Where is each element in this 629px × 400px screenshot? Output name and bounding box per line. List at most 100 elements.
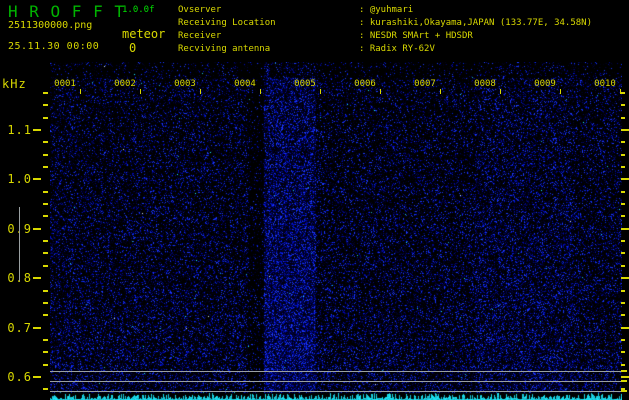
freq-minor-tick-right [621,351,625,353]
freq-minor-tick-right [621,240,625,242]
station-info-separator: : [359,44,370,54]
freq-minor-tick-right [621,141,625,143]
time-tick [620,89,621,94]
time-tick [260,89,261,94]
freq-minor-tick-right [621,166,625,168]
freq-minor-tick-left [43,203,48,205]
time-tick [380,89,381,94]
station-info-separator: : [359,18,370,28]
freq-minor-tick-right [621,92,625,94]
hrofft-window: H R O F F T 1.0.0f 2511300000.png meteor… [0,0,629,400]
station-info-row: Ovserver: @yuhmari [178,5,618,18]
reference-line-tick [621,370,627,372]
freq-minor-tick-left [43,252,48,254]
time-tick [80,89,81,94]
freq-tick-label: 0.7 [7,321,32,335]
time-tick-label: 0009 [534,79,556,89]
freq-minor-tick-right [621,290,625,292]
freq-minor-tick-right [621,364,625,366]
time-tick [440,89,441,94]
time-tick-label: 0003 [174,79,196,89]
freq-minor-tick-left [43,166,48,168]
freq-minor-tick-left [43,154,48,156]
time-tick-label: 0001 [54,79,76,89]
freq-major-tick-right [621,228,629,230]
freq-minor-tick-right [621,154,625,156]
time-tick [500,89,501,94]
freq-minor-tick-left [43,104,48,106]
app-title: H R O F F T [8,2,125,21]
freq-major-tick-left [33,277,41,279]
freq-axis-unit-label: kHz [2,77,27,91]
station-info-block: Ovserver: @yuhmari Receiving Location: ku… [178,5,618,57]
time-tick [560,89,561,94]
capture-timestamp: 25.11.30 00:00 [8,41,100,52]
station-info-row: Receiving Location: kurashiki,Okayama,JA… [178,18,618,31]
station-info-separator: : [359,5,370,15]
station-info-value: Radix RY-62V [369,44,435,54]
time-tick-label: 0007 [414,79,436,89]
freq-major-tick-left [33,376,41,378]
station-info-row: Receiver: NESDR SMArt + HDSDR [178,31,618,44]
freq-major-tick-right [621,129,629,131]
freq-minor-tick-left [43,141,48,143]
station-info-label: Receiver [178,31,222,41]
freq-minor-tick-left [43,92,48,94]
station-info-value: kurashiki,Okayama,JAPAN (133.77E, 34.58N… [369,18,593,28]
station-info-label: Ovserver [178,5,222,15]
output-filename: 2511300000.png [8,20,93,31]
freq-minor-tick-right [621,314,625,316]
time-tick [320,89,321,94]
freq-major-tick-right [621,376,629,378]
freq-tick-label: 0.8 [4,271,32,285]
freq-minor-tick-left [43,265,48,267]
freq-minor-tick-left [43,351,48,353]
freq-minor-tick-left [43,302,48,304]
freq-minor-tick-right [621,104,625,106]
time-tick-label: 0010 [594,79,616,89]
freq-tick-label: 1.1 [7,123,32,137]
reference-line [50,391,622,392]
freq-minor-tick-left [43,240,48,242]
freq-major-tick-right [621,277,629,279]
freq-major-tick-right [621,327,629,329]
freq-tick-label: 0.6 [7,370,32,384]
freq-minor-tick-left [43,364,48,366]
freq-minor-tick-left [43,314,48,316]
freq-major-tick-left [33,228,41,230]
time-tick [140,89,141,94]
freq-tick-label: 1.0 [7,172,32,186]
freq-minor-tick-left [43,290,48,292]
freq-minor-tick-right [621,252,625,254]
time-tick-label: 0002 [114,79,136,89]
time-tick [200,89,201,94]
detection-band-marker [19,207,20,281]
reference-line-tick [621,390,627,392]
freq-minor-tick-right [621,191,625,193]
freq-minor-tick-left [43,191,48,193]
meteor-count-label: meteor [122,27,166,41]
freq-major-tick-left [33,129,41,131]
time-tick-label: 0004 [234,79,256,89]
freq-minor-tick-left [43,388,48,390]
freq-major-tick-left [33,178,41,180]
station-info-label: Recviving antenna [178,44,271,54]
freq-minor-tick-left [43,339,48,341]
freq-minor-tick-left [43,215,48,217]
freq-minor-tick-right [621,302,625,304]
station-info-separator: : [359,31,370,41]
freq-minor-tick-right [621,203,625,205]
station-info-value: @yuhmari [369,5,414,15]
meteor-count-value: 0 [129,41,137,55]
freq-minor-tick-left [43,117,48,119]
reference-line [50,371,622,372]
freq-major-tick-right [621,178,629,180]
time-tick-label: 0008 [474,79,496,89]
freq-minor-tick-right [621,339,625,341]
freq-major-tick-left [33,327,41,329]
station-info-label: Receiving Location [178,18,276,28]
spectrogram-canvas [50,62,622,400]
time-tick-label: 0005 [294,79,316,89]
reference-line [50,381,622,382]
reference-line-tick [621,380,627,382]
